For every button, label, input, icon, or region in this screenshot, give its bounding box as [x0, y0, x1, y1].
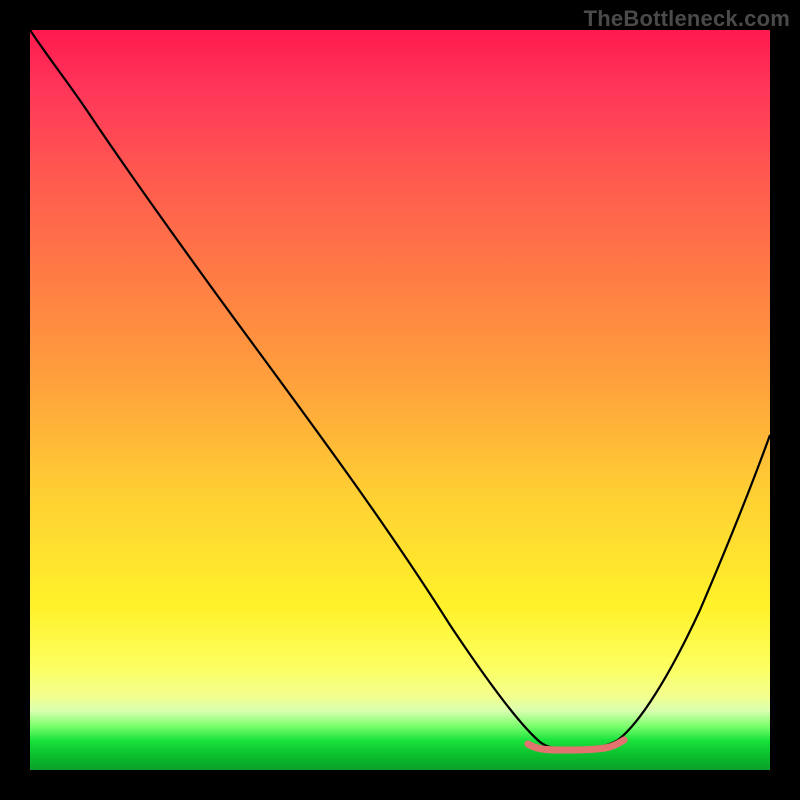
chart-frame: TheBottleneck.com [0, 0, 800, 800]
curve-overlay [30, 30, 770, 770]
flat-segment-start-dot [525, 741, 532, 748]
bottleneck-curve-path [30, 30, 770, 748]
watermark-text: TheBottleneck.com [584, 6, 790, 32]
flat-segment-end-dot [621, 737, 628, 744]
